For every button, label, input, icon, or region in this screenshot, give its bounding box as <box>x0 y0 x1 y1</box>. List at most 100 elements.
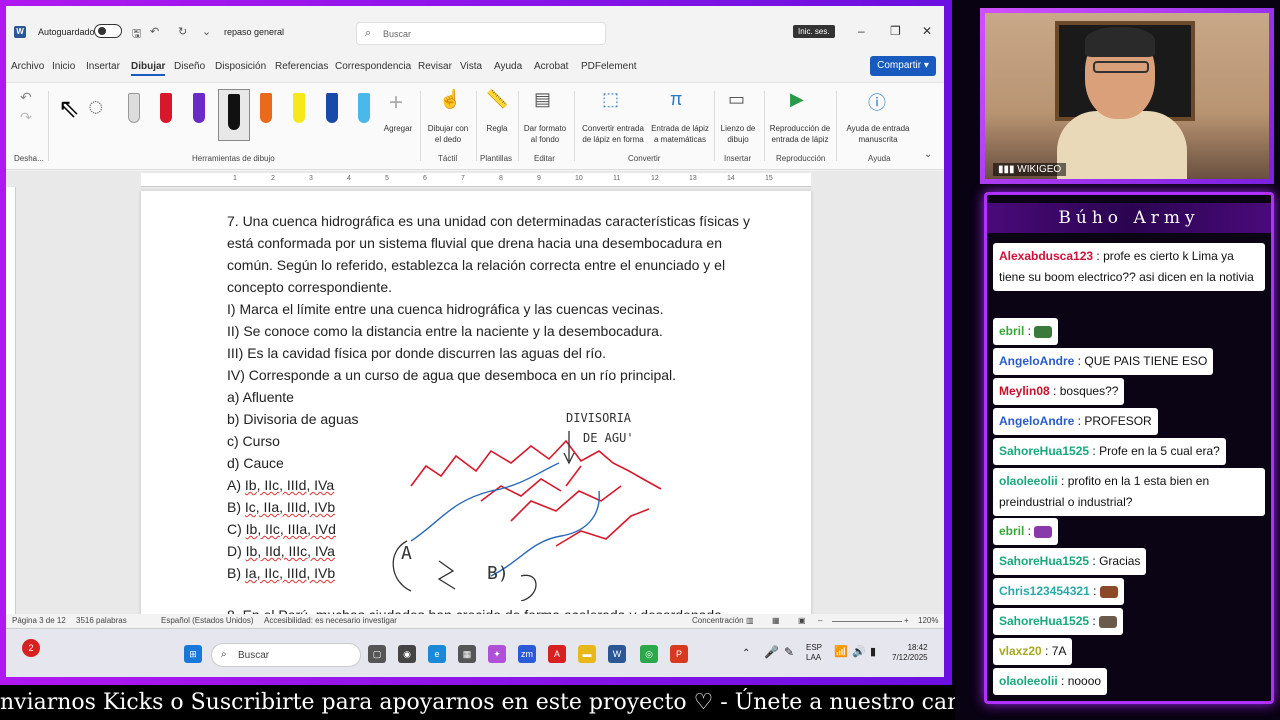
redo-icon[interactable]: ↻ <box>178 25 187 38</box>
answer-option-a[interactable]: A) Ib, IIc, IIId, IVa <box>227 477 334 493</box>
menu-revisar[interactable]: Revisar <box>418 61 452 72</box>
menu-diseno[interactable]: Diseño <box>174 61 205 72</box>
ink-help-icon[interactable]: ⓘ <box>868 89 886 115</box>
copilot-icon[interactable]: ✦ <box>488 645 506 663</box>
chat-username[interactable]: olaoleeolii <box>999 474 1058 488</box>
menu-inicio[interactable]: Inicio <box>52 61 75 72</box>
ink-replay-icon[interactable]: ▶ <box>790 89 804 110</box>
answer-option-d[interactable]: D) Ib, IId, IIIc, IVa <box>227 543 335 559</box>
menu-pdfelement[interactable]: PDFelement <box>581 61 637 72</box>
ink-math-label[interactable]: Entrada de lápiz a matemáticas <box>650 123 710 145</box>
notification-badge[interactable]: 2 <box>22 639 40 657</box>
menu-acrobat[interactable]: Acrobat <box>534 61 568 72</box>
search-box[interactable]: ⌕ Buscar <box>356 22 606 45</box>
windows-start-icon[interactable]: ⊞ <box>184 645 202 663</box>
pen-red-icon[interactable] <box>160 93 172 123</box>
draw-finger-label[interactable]: Dibujar con el dedo <box>424 123 472 145</box>
pen-black-selected[interactable] <box>218 89 250 141</box>
file-explorer-icon[interactable]: ▬ <box>578 645 596 663</box>
canvas-icon[interactable]: ▭ <box>728 89 745 110</box>
menu-vista[interactable]: Vista <box>460 61 482 72</box>
format-background-icon[interactable]: ▤ <box>534 89 551 110</box>
vertical-ruler[interactable] <box>6 187 16 615</box>
menu-archivo[interactable]: Archivo <box>11 61 44 72</box>
zoom-slider[interactable] <box>832 621 902 622</box>
ruler-icon[interactable]: 📏 <box>486 89 508 110</box>
close-icon[interactable]: ✕ <box>922 24 932 38</box>
wifi-icon[interactable]: 📶 <box>834 647 848 658</box>
edge-icon[interactable]: e <box>428 645 446 663</box>
chrome-icon[interactable]: ◎ <box>640 645 658 663</box>
ribbon-undo-icon[interactable]: ↶ <box>20 89 32 106</box>
zoom-app-icon[interactable]: zm <box>518 645 536 663</box>
ruler-label[interactable]: Regla <box>480 123 514 134</box>
ink-replay-label[interactable]: Reproducción de entrada de lápiz <box>768 123 832 145</box>
language-status[interactable]: Español (Estados Unidos) <box>161 616 254 625</box>
zoom-level[interactable]: 120% <box>918 616 938 625</box>
word-count[interactable]: 3516 palabras <box>76 616 127 625</box>
convert-shape-label[interactable]: Convertir entrada de lápiz en forma <box>580 123 646 145</box>
restore-icon[interactable]: ❐ <box>890 24 901 38</box>
ribbon-collapse-icon[interactable]: ⌄ <box>924 149 932 160</box>
language-indicator[interactable]: ESP LAA <box>806 643 822 663</box>
chat-username[interactable]: AngeloAndre <box>999 414 1074 428</box>
menu-insertar[interactable]: Insertar <box>86 61 120 72</box>
pen-blue-icon[interactable] <box>326 93 338 123</box>
pen-purple-icon[interactable] <box>193 93 205 123</box>
chat-username[interactable]: olaoleeolii <box>999 674 1058 688</box>
page-count[interactable]: Página 3 de 12 <box>12 616 66 625</box>
chat-username[interactable]: SahoreHua1525 <box>999 444 1089 458</box>
chat-username[interactable]: Meylin08 <box>999 384 1050 398</box>
pen-lightblue-icon[interactable] <box>358 93 370 123</box>
taskbar-search[interactable]: ⌕ Buscar <box>211 643 361 667</box>
menu-correspondencia[interactable]: Correspondencia <box>335 61 411 72</box>
menu-dibujar[interactable]: Dibujar <box>131 61 166 76</box>
read-mode-icon[interactable]: ▥ <box>746 616 754 625</box>
convert-shape-icon[interactable]: ⬚ <box>602 89 619 110</box>
chat-username[interactable]: ebril <box>999 524 1024 538</box>
format-background-label[interactable]: Dar formato al fondo <box>520 123 570 145</box>
powerpoint-icon[interactable]: P <box>670 645 688 663</box>
menu-ayuda[interactable]: Ayuda <box>494 61 522 72</box>
share-button[interactable]: Compartir ▾ <box>870 56 936 76</box>
github-icon[interactable]: ◉ <box>398 645 416 663</box>
autosave-toggle[interactable] <box>94 24 122 38</box>
task-view-icon[interactable]: ▢ <box>368 645 386 663</box>
volume-icon[interactable]: 🔊 <box>852 647 866 658</box>
answer-option-c[interactable]: C) Ib, IIc, IIIa, IVd <box>227 521 336 537</box>
focus-mode[interactable]: Concentración <box>692 616 744 625</box>
zoom-out-icon[interactable]: – <box>818 616 822 625</box>
zoom-in-icon[interactable]: + <box>904 616 909 625</box>
ink-math-icon[interactable]: π <box>670 89 682 110</box>
draw-finger-icon[interactable]: ☝ <box>439 89 461 110</box>
highlighter-yellow-icon[interactable] <box>293 93 305 123</box>
save-icon[interactable]: 🖫 <box>132 25 141 44</box>
print-layout-icon[interactable]: ▦ <box>772 616 780 625</box>
chat-username[interactable]: Chris123454321 <box>999 584 1090 598</box>
chat-username[interactable]: SahoreHua1525 <box>999 614 1089 628</box>
undo-icon[interactable]: ↶ <box>150 25 159 38</box>
pen-tray-icon[interactable]: ✎ <box>784 646 794 658</box>
signin-button[interactable]: Inic. ses. <box>793 25 835 38</box>
select-arrow-icon[interactable]: ⇖ <box>58 93 80 124</box>
chat-username[interactable]: AngeloAndre <box>999 354 1074 368</box>
tray-chevron-icon[interactable]: ⌃ <box>742 649 750 659</box>
horizontal-ruler[interactable]: 1 2 3 4 5 6 7 8 9 10 11 12 13 14 15 <box>141 173 811 187</box>
web-layout-icon[interactable]: ▣ <box>798 616 806 625</box>
eraser-tool-icon[interactable] <box>128 93 140 123</box>
chat-username[interactable]: SahoreHua1525 <box>999 554 1089 568</box>
menu-disposicion[interactable]: Disposición <box>215 61 266 72</box>
menu-referencias[interactable]: Referencias <box>275 61 328 72</box>
chat-username[interactable]: Alexabdusca123 <box>999 249 1093 263</box>
ribbon-redo-icon[interactable]: ↷ <box>20 109 32 126</box>
chat-username[interactable]: vlaxz20 <box>999 644 1042 658</box>
add-pen-label[interactable]: Agregar <box>380 123 416 134</box>
clock[interactable]: 18:42 7/12/2025 <box>892 643 928 663</box>
word-taskbar-icon[interactable]: W <box>608 645 626 663</box>
lasso-icon[interactable]: ◌ <box>88 91 103 122</box>
ink-help-label[interactable]: Ayuda de entrada manuscrita <box>842 123 914 145</box>
canvas-label[interactable]: Lienzo de dibujo <box>718 123 758 145</box>
add-pen-icon[interactable]: + <box>389 89 403 117</box>
minimize-icon[interactable]: – <box>858 24 865 38</box>
chat-username[interactable]: ebril <box>999 324 1024 338</box>
